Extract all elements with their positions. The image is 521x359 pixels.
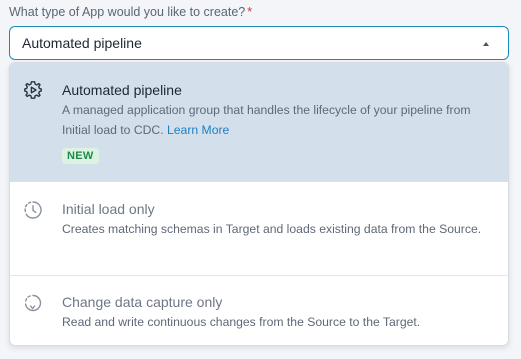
option-description: A managed application group that handles… — [62, 100, 502, 140]
option-title: Automated pipeline — [62, 82, 182, 98]
app-type-select[interactable]: Automated pipeline — [9, 26, 509, 60]
chevron-up-icon[interactable] — [483, 42, 489, 46]
option-description-text: A managed application group that handles… — [62, 103, 471, 137]
app-type-label: What type of App would you like to creat… — [9, 5, 252, 19]
history-clock-icon — [23, 200, 43, 220]
option-change-data-capture-only[interactable]: Change data capture only Read and write … — [10, 275, 508, 345]
option-initial-load-only[interactable]: Initial load only Creates matching schem… — [10, 182, 508, 275]
option-automated-pipeline[interactable]: Automated pipeline A managed application… — [10, 63, 508, 182]
required-marker: * — [247, 5, 253, 19]
loading-refresh-icon — [23, 293, 43, 313]
option-title: Initial load only — [62, 201, 155, 217]
app-type-label-text: What type of App would you like to creat… — [9, 5, 246, 19]
app-type-dropdown-menu: Automated pipeline A managed application… — [9, 62, 509, 346]
learn-more-link[interactable]: Learn More — [167, 123, 229, 137]
app-type-selected-value: Automated pipeline — [22, 35, 142, 51]
option-description: Creates matching schemas in Target and l… — [62, 222, 482, 236]
gear-play-icon — [23, 80, 43, 100]
option-title: Change data capture only — [62, 294, 223, 310]
new-badge: NEW — [62, 148, 99, 164]
option-description: Read and write continuous changes from t… — [62, 315, 421, 329]
